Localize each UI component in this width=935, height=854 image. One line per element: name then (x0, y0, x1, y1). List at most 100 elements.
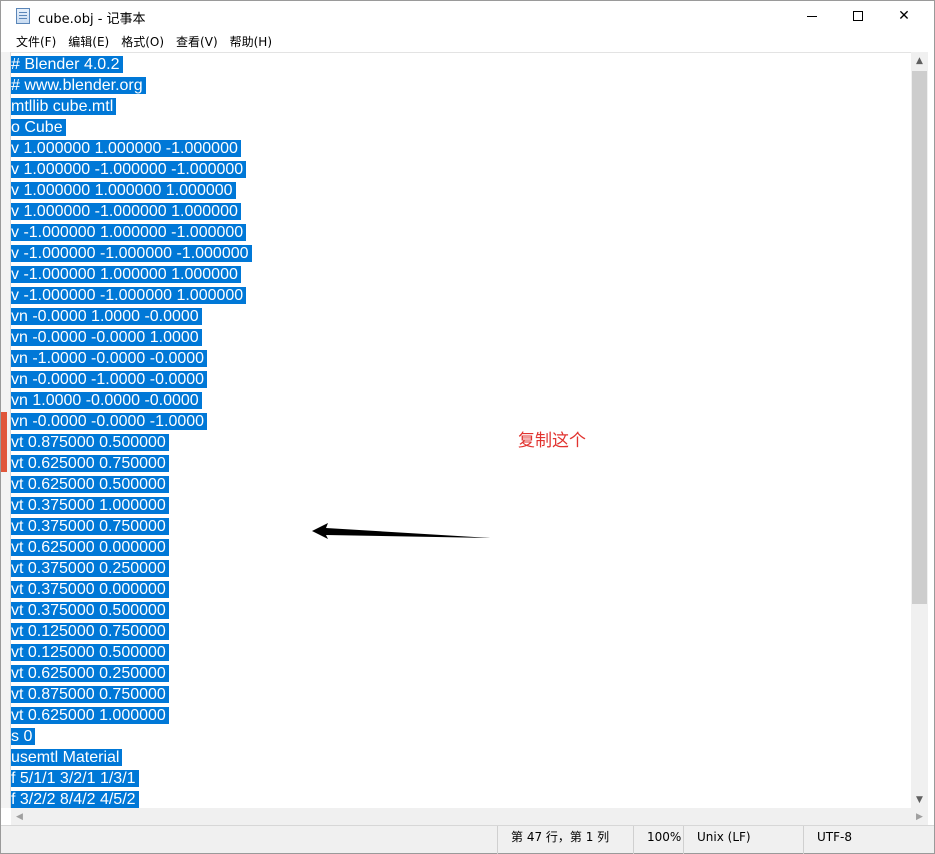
encoding: UTF-8 (803, 826, 934, 854)
scroll-down-icon[interactable]: ▼ (911, 791, 928, 808)
selected-text: s 0 (11, 728, 36, 745)
text-line: vn -0.0000 1.0000 -0.0000 (11, 306, 252, 327)
vertical-scroll-thumb[interactable] (912, 71, 927, 604)
text-line: v 1.000000 -1.000000 -1.000000 (11, 159, 252, 180)
text-line: vt 0.375000 1.000000 (11, 495, 252, 516)
selected-text: vt 0.625000 1.000000 (11, 707, 169, 724)
text-line: vt 0.625000 0.750000 (11, 453, 252, 474)
selected-text: v 1.000000 -1.000000 -1.000000 (11, 161, 247, 178)
menu-view[interactable]: 查看(V) (170, 33, 224, 50)
text-line: o Cube (11, 117, 252, 138)
text-line: mtllib cube.mtl (11, 96, 252, 117)
selected-text: vt 0.375000 0.250000 (11, 560, 169, 577)
text-line: vn -0.0000 -1.0000 -0.0000 (11, 369, 252, 390)
editor-lines: # Blender 4.0.2 # www.blender.org mtllib c… (11, 54, 252, 808)
menu-help[interactable]: 帮助(H) (224, 33, 278, 50)
menu-edit[interactable]: 编辑(E) (62, 33, 115, 50)
selected-text: vt 0.625000 0.750000 (11, 455, 169, 472)
scroll-right-icon[interactable]: ▶ (911, 808, 928, 825)
annotation-label: 复制这个 (518, 431, 586, 451)
text-line: vt 0.375000 0.500000 (11, 600, 252, 621)
text-line: vn -0.0000 -0.0000 1.0000 (11, 327, 252, 348)
window-title: cube.obj - 记事本 (38, 12, 146, 27)
selected-text: v 1.000000 -1.000000 1.000000 (11, 203, 241, 220)
selected-text: o Cube (11, 119, 66, 136)
text-line: # Blender 4.0.2 (11, 54, 252, 75)
menu-bar: 文件(F) 编辑(E) 格式(O) 查看(V) 帮助(H) (1, 31, 934, 51)
text-line: vt 0.125000 0.500000 (11, 642, 252, 663)
status-bar: 第 47 行，第 1 列 100% Unix (LF) UTF-8 (1, 825, 934, 854)
line-ending: Unix (LF) (683, 826, 803, 854)
selected-text: mtllib cube.mtl (11, 98, 117, 115)
menu-format[interactable]: 格式(O) (115, 33, 170, 50)
scroll-left-icon[interactable]: ◀ (11, 808, 28, 825)
selected-text: v 1.000000 1.000000 1.000000 (11, 182, 236, 199)
text-line: vt 0.125000 0.750000 (11, 621, 252, 642)
selected-text: usemtl Material (11, 749, 123, 766)
text-line: v -1.000000 -1.000000 1.000000 (11, 285, 252, 306)
text-line: v 1.000000 1.000000 -1.000000 (11, 138, 252, 159)
selected-text: vt 0.125000 0.500000 (11, 644, 169, 661)
selected-text: vt 0.625000 0.250000 (11, 665, 169, 682)
maximize-icon (853, 11, 863, 21)
selected-text: f 5/1/1 3/2/1 1/3/1 (11, 770, 139, 787)
background-window-edge (1, 52, 11, 808)
annotation-arrow-icon (312, 523, 491, 539)
selected-text: v -1.000000 -1.000000 1.000000 (11, 287, 247, 304)
text-line: vn 1.0000 -0.0000 -0.0000 (11, 390, 252, 411)
minimize-icon (807, 15, 817, 17)
selected-text: vt 0.125000 0.750000 (11, 623, 169, 640)
selected-text: v 1.000000 1.000000 -1.000000 (11, 140, 241, 157)
selected-text: vn 1.0000 -0.0000 -0.0000 (11, 392, 202, 409)
selected-text: vt 0.625000 0.000000 (11, 539, 169, 556)
vertical-scrollbar[interactable]: ▲ ▼ (911, 52, 928, 808)
selected-text: vt 0.375000 0.000000 (11, 581, 169, 598)
text-line: vt 0.625000 0.000000 (11, 537, 252, 558)
selected-text: f 3/2/2 8/4/2 4/5/2 (11, 791, 139, 808)
zoom-level: 100% (633, 826, 683, 854)
minimize-button[interactable] (789, 1, 835, 31)
selected-text: v -1.000000 -1.000000 -1.000000 (11, 245, 252, 262)
selected-text: vn -1.0000 -0.0000 -0.0000 (11, 350, 208, 367)
text-line: vn -1.0000 -0.0000 -0.0000 (11, 348, 252, 369)
selected-text: vt 0.625000 0.500000 (11, 476, 169, 493)
text-line: f 3/2/2 8/4/2 4/5/2 (11, 789, 252, 808)
selected-text: v -1.000000 1.000000 -1.000000 (11, 224, 247, 241)
text-line: vn -0.0000 -0.0000 -1.0000 (11, 411, 252, 432)
selected-text: # Blender 4.0.2 (11, 56, 123, 73)
text-line: f 5/1/1 3/2/1 1/3/1 (11, 768, 252, 789)
maximize-button[interactable] (835, 1, 881, 31)
title-bar[interactable]: cube.obj - 记事本 ✕ (1, 1, 934, 31)
selected-text: vn -0.0000 1.0000 -0.0000 (11, 308, 202, 325)
close-button[interactable]: ✕ (881, 1, 927, 31)
scroll-up-icon[interactable]: ▲ (911, 52, 928, 69)
menu-file[interactable]: 文件(F) (10, 33, 62, 50)
selected-text: vn -0.0000 -0.0000 -1.0000 (11, 413, 208, 430)
selected-text: vt 0.375000 0.500000 (11, 602, 169, 619)
text-line: vt 0.625000 0.250000 (11, 663, 252, 684)
text-line: vt 0.875000 0.750000 (11, 684, 252, 705)
text-line: vt 0.375000 0.250000 (11, 558, 252, 579)
selected-text: vn -0.0000 -1.0000 -0.0000 (11, 371, 208, 388)
background-window-accent (1, 412, 7, 472)
text-line: v -1.000000 1.000000 -1.000000 (11, 222, 252, 243)
text-line: s 0 (11, 726, 252, 747)
text-line: vt 0.875000 0.500000 (11, 432, 252, 453)
close-icon: ✕ (898, 8, 910, 24)
text-line: vt 0.375000 0.750000 (11, 516, 252, 537)
text-line: vt 0.625000 1.000000 (11, 705, 252, 726)
text-line: v 1.000000 -1.000000 1.000000 (11, 201, 252, 222)
text-editor[interactable]: # Blender 4.0.2 # www.blender.org mtllib c… (11, 52, 911, 808)
notepad-icon (16, 8, 30, 24)
selected-text: vt 0.375000 1.000000 (11, 497, 169, 514)
selected-text: vt 0.875000 0.500000 (11, 434, 169, 451)
cursor-position: 第 47 行，第 1 列 (497, 826, 633, 854)
text-line: v -1.000000 1.000000 1.000000 (11, 264, 252, 285)
horizontal-scrollbar[interactable]: ◀ ▶ (11, 808, 928, 825)
selected-text: vt 0.375000 0.750000 (11, 518, 169, 535)
text-line: v -1.000000 -1.000000 -1.000000 (11, 243, 252, 264)
selected-text: # www.blender.org (11, 77, 146, 94)
selected-text: vn -0.0000 -0.0000 1.0000 (11, 329, 202, 346)
text-line: vt 0.625000 0.500000 (11, 474, 252, 495)
text-line: # www.blender.org (11, 75, 252, 96)
